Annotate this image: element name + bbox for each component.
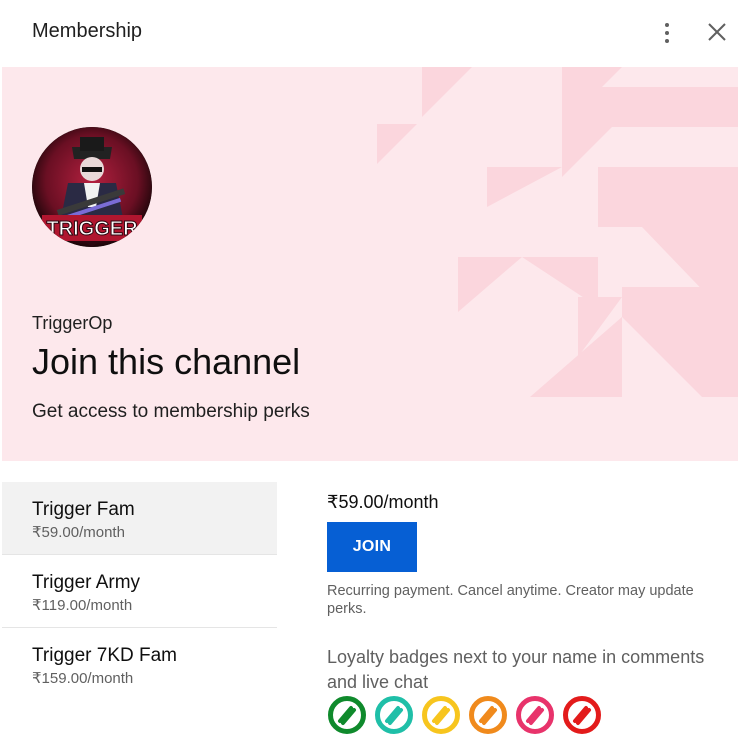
channel-name: TriggerOp [32, 313, 113, 333]
loyalty-badge-icon [328, 696, 366, 734]
recurring-note: Recurring payment. Cancel anytime. Creat… [327, 583, 694, 617]
perks-subheading: Get access to membership perks [32, 401, 310, 422]
tier-price: ₹159.00/month [32, 670, 134, 687]
dialog-header: Membership [0, 0, 738, 66]
join-button[interactable]: JOIN [327, 522, 417, 572]
tier-name: Trigger Fam [32, 499, 135, 520]
join-heading: Join this channel [32, 341, 301, 382]
tier-item-trigger-army[interactable]: Trigger Army ₹119.00/month [2, 555, 277, 628]
close-icon[interactable] [702, 17, 732, 47]
membership-dialog: Membership TRIGGER TriggerOp Join this c… [0, 0, 738, 749]
tier-detail: ₹59.00/month JOIN Recurring payment. Can… [327, 492, 717, 734]
loyalty-badge-icon [375, 696, 413, 734]
more-vert-icon[interactable] [654, 18, 680, 48]
tier-list: Trigger Fam ₹59.00/month Trigger Army ₹1… [2, 482, 277, 701]
tier-item-trigger-fam[interactable]: Trigger Fam ₹59.00/month [2, 482, 277, 555]
channel-avatar: TRIGGER [32, 127, 152, 247]
dialog-title: Membership [32, 20, 143, 42]
loyalty-badge-icon [563, 696, 601, 734]
tier-name: Trigger Army [32, 572, 141, 593]
loyalty-badge-icon [516, 696, 554, 734]
tier-price: ₹119.00/month [32, 597, 133, 614]
loyalty-badge-icon [422, 696, 460, 734]
loyalty-badges [327, 695, 602, 735]
tier-price: ₹59.00/month [32, 524, 125, 541]
hero-banner: TRIGGER TriggerOp Join this channel Get … [2, 67, 738, 461]
tier-name: Trigger 7KD Fam [32, 645, 177, 666]
detail-price: ₹59.00/month [327, 492, 439, 512]
loyalty-text: Loyalty badges next to your name in comm… [327, 647, 705, 692]
loyalty-badge-icon [469, 696, 507, 734]
svg-text:TRIGGER: TRIGGER [46, 218, 138, 240]
tier-item-trigger-7kd-fam[interactable]: Trigger 7KD Fam ₹159.00/month [2, 628, 277, 701]
